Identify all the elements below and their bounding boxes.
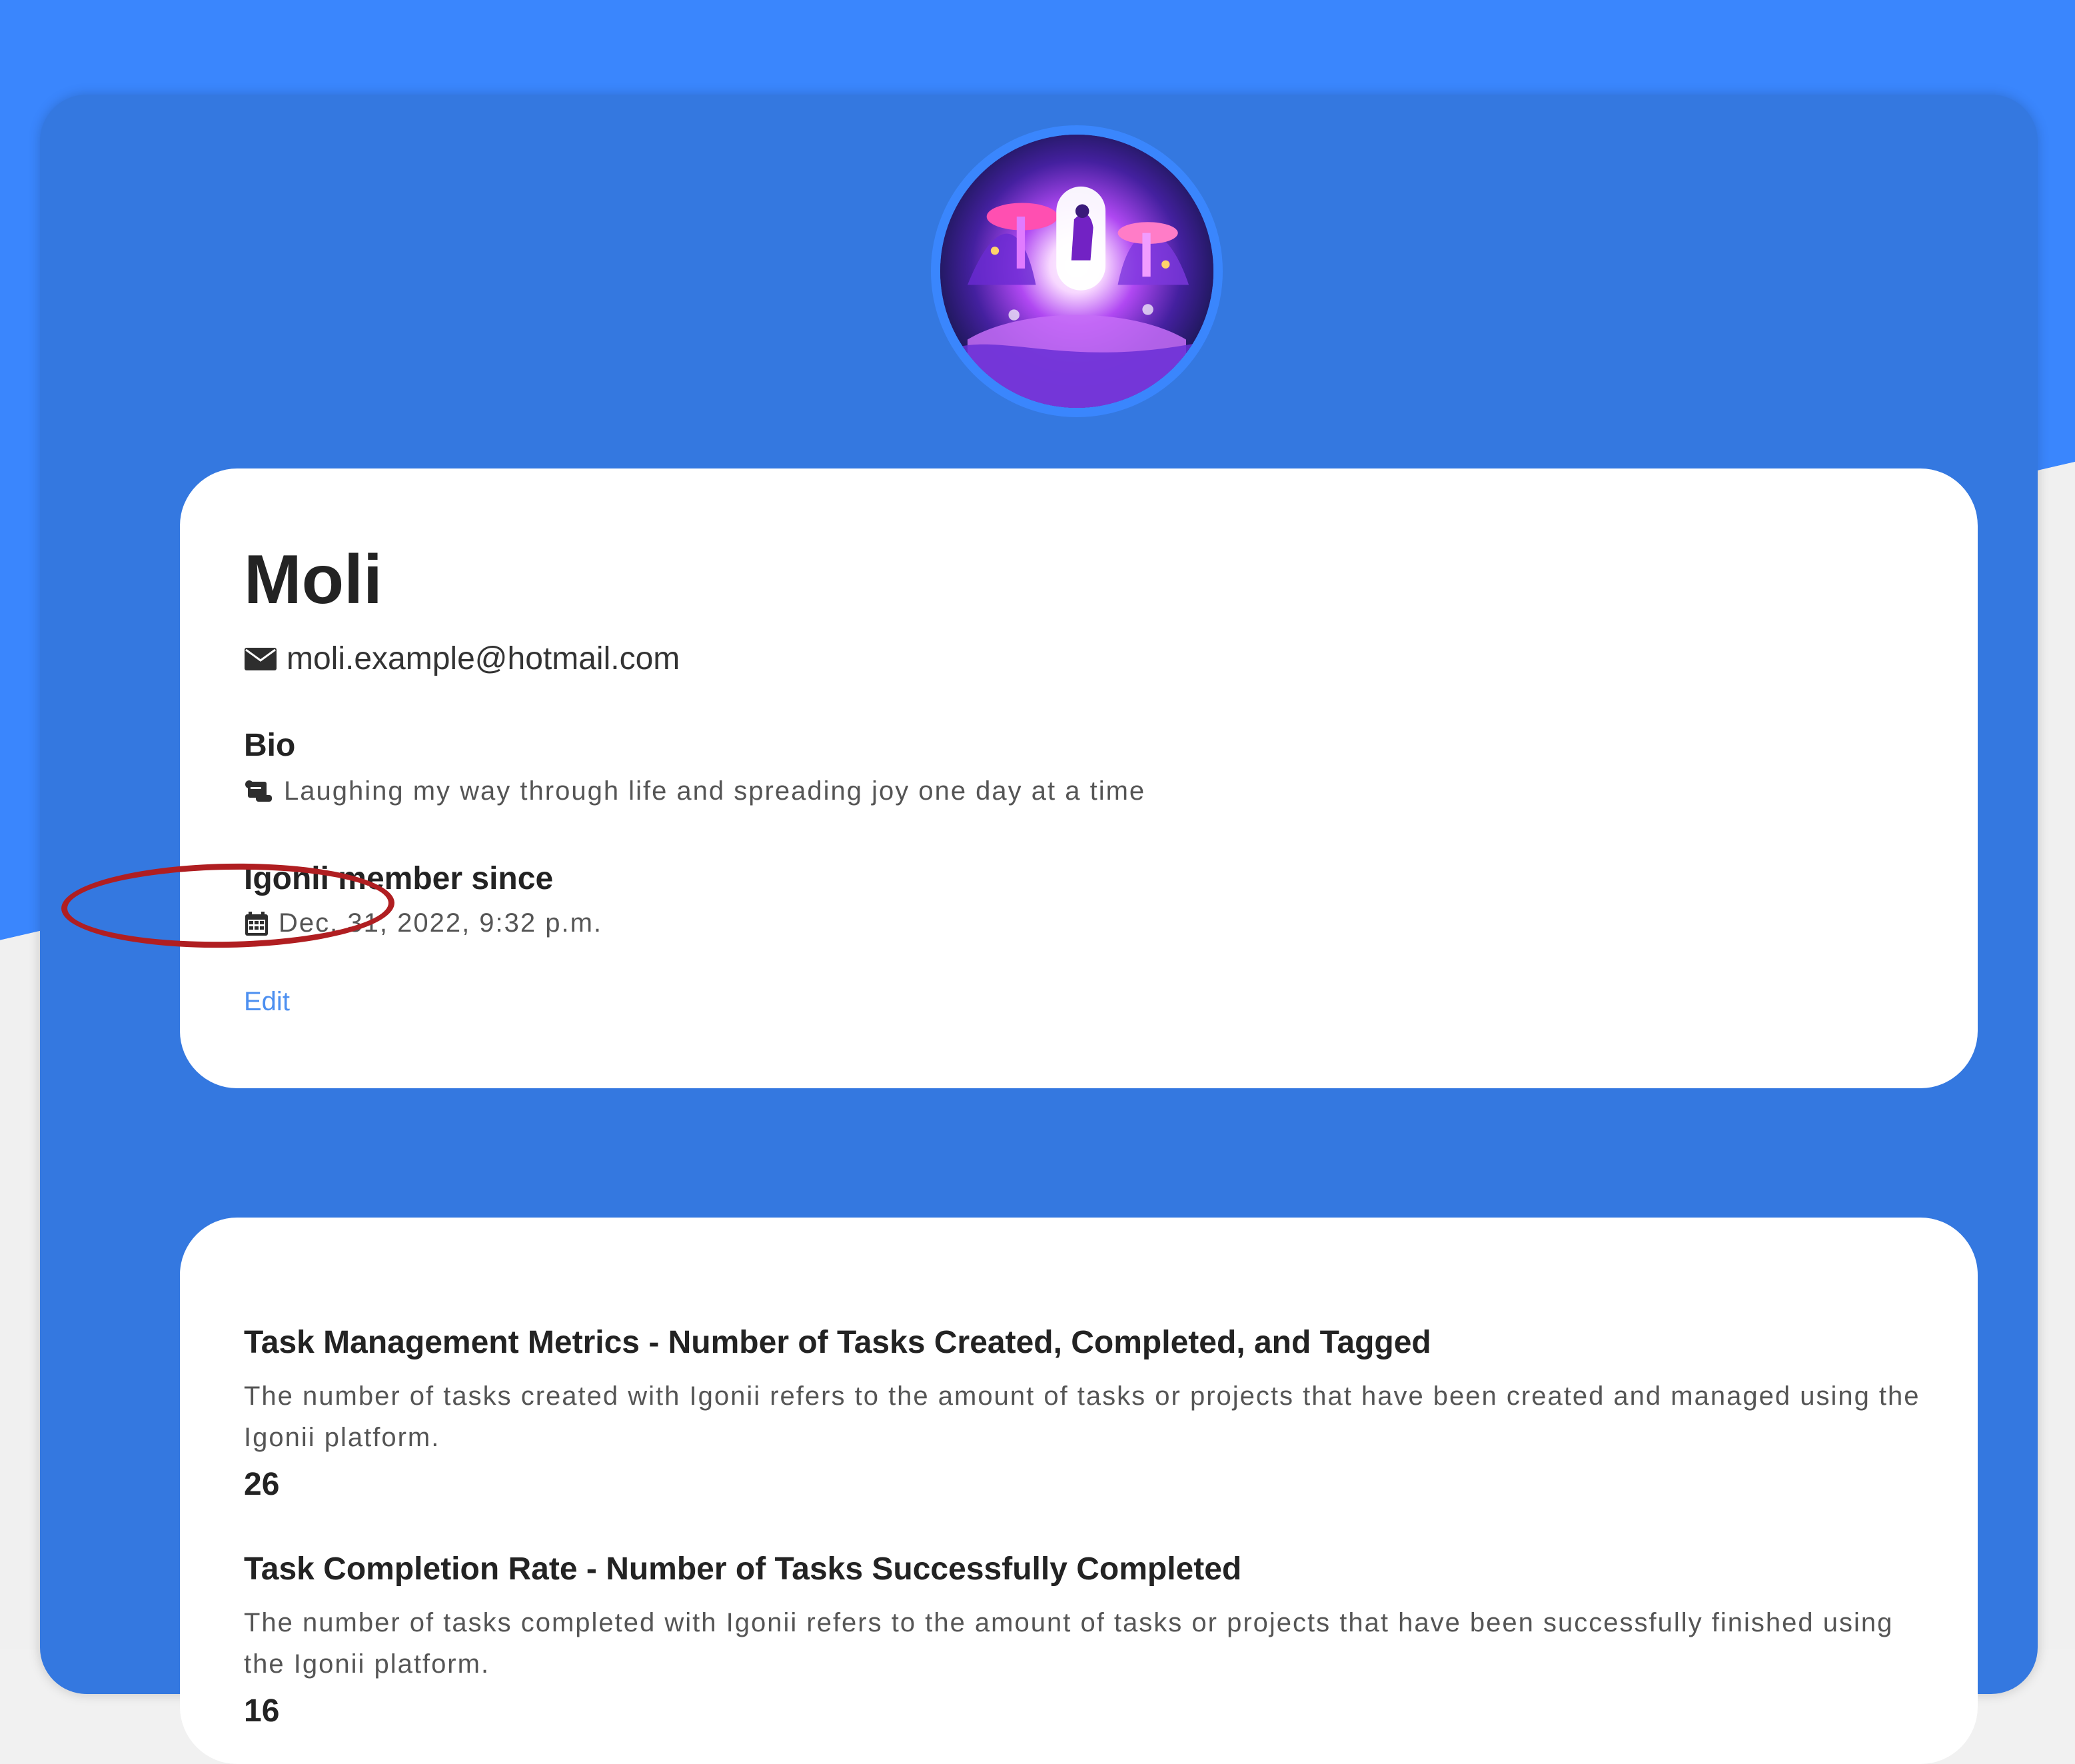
bio-heading: Bio <box>244 728 296 763</box>
email-row: moli.example@hotmail.com <box>244 640 680 677</box>
metrics-card: Task Management Metrics - Number of Task… <box>180 1218 1978 1764</box>
metric-value: 26 <box>244 1467 280 1502</box>
metric-description: The number of tasks completed with Igoni… <box>244 1608 1894 1679</box>
edit-profile-link[interactable]: Edit <box>244 987 290 1017</box>
profile-info-card: Moli moli.example@hotmail.com Bio Laughi… <box>180 468 1978 1088</box>
calendar-icon <box>244 910 279 937</box>
member-since-heading: Igonii member since <box>244 861 554 896</box>
metric-block: Task Management Metrics - Number of Task… <box>244 1324 1936 1503</box>
metric-block: Task Completion Rate - Number of Tasks S… <box>244 1551 1936 1729</box>
avatar-illustration <box>940 135 1213 408</box>
metric-title: Task Management Metrics - Number of Task… <box>244 1325 1431 1360</box>
scroll-icon <box>244 779 284 804</box>
metric-title: Task Completion Rate - Number of Tasks S… <box>244 1551 1242 1587</box>
member-since-row: Dec. 31, 2022, 9:32 p.m. <box>244 908 602 938</box>
email-text: moli.example@hotmail.com <box>287 641 680 676</box>
profile-name: Moli <box>244 541 382 618</box>
bio-text: Laughing my way through life and spreadi… <box>284 776 1146 806</box>
bio-row: Laughing my way through life and spreadi… <box>244 776 1145 806</box>
profile-container: Moli moli.example@hotmail.com Bio Laughi… <box>40 95 2038 1764</box>
member-since-date: Dec. 31, 2022, 9:32 p.m. <box>279 908 603 938</box>
envelope-icon <box>244 647 287 671</box>
metric-description: The number of tasks created with Igonii … <box>244 1381 1920 1452</box>
user-avatar <box>940 135 1213 408</box>
metric-value: 16 <box>244 1693 280 1729</box>
